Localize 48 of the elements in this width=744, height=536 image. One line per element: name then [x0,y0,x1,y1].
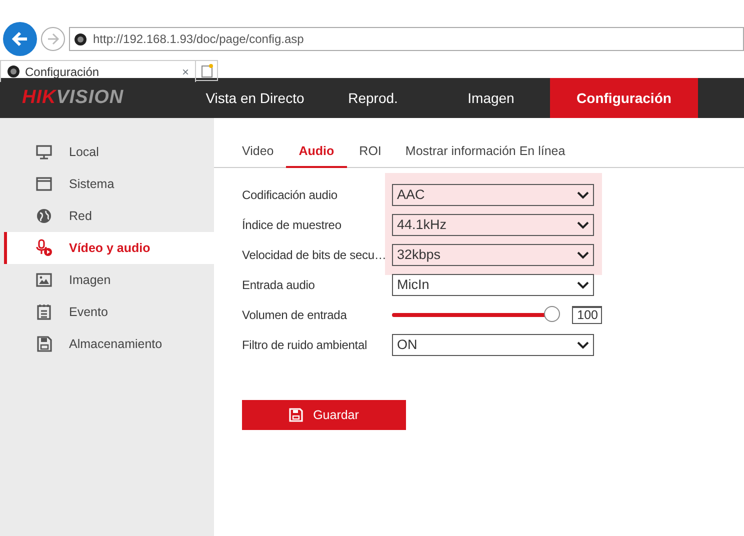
sidebar-item[interactable]: Red [4,200,214,232]
image-icon [35,271,53,289]
window-icon [35,175,53,193]
sidebar-item[interactable]: Sistema [4,168,214,200]
dropdown[interactable]: ON [392,334,594,356]
tab-close-button[interactable]: × [182,62,189,80]
caret-icon [577,251,589,259]
back-arrow-icon [10,29,30,49]
nav-tab[interactable]: Reprod. [314,78,432,118]
nav-tab[interactable]: Imagen [432,78,550,118]
dropdown[interactable]: MicIn [392,274,594,296]
nav-tab[interactable]: Configuración [550,78,698,118]
caret-icon [577,191,589,199]
microphone-play-icon [35,239,53,257]
field-label: Entrada audio [242,277,316,294]
address-bar[interactable]: http://192.168.1.93/doc/page/config.asp [69,27,744,51]
caret-icon [577,281,589,289]
logo-text: HIK [22,86,56,110]
dropdown[interactable]: 32kbps [392,244,594,266]
field-label: Índice de muestreo [242,217,342,234]
logo-text: VISION [56,86,124,110]
field-label: Volumen de entrada [242,307,348,324]
new-tab-icon [200,64,212,78]
sidebar-item[interactable]: Vídeo y audio [4,232,214,264]
forward-arrow-icon [46,32,60,46]
sidebar-item[interactable]: Local [4,136,214,168]
field-label: Velocidad de bits de secu… [242,247,388,264]
caret-icon [577,341,589,349]
globe-icon [35,207,53,225]
content-tab[interactable]: ROI [347,132,394,168]
dropdown[interactable]: AAC [392,184,594,206]
dropdown[interactable]: 44.1kHz [392,214,594,236]
sidebar-item[interactable]: Almacenamiento [4,328,214,360]
camera-favicon-icon [74,32,87,46]
sidebar-item[interactable]: Evento [4,296,214,328]
caret-icon [577,221,589,229]
content-tab[interactable]: Mostrar información En línea [393,132,578,168]
content-tab[interactable]: Audio [286,132,348,168]
calendar-icon [35,303,53,321]
content-tab[interactable]: Video [242,132,286,168]
back-button[interactable] [3,22,37,56]
field-label: Codificación audio [242,187,338,204]
nav-tab[interactable]: Vista en Directo [196,78,314,118]
field-label: Filtro de ruido ambiental [242,337,368,354]
save-button[interactable]: Guardar [242,400,406,430]
value-field[interactable]: 100 [572,306,602,324]
sidebar-item[interactable]: Imagen [4,264,214,296]
monitor-icon [35,143,53,161]
